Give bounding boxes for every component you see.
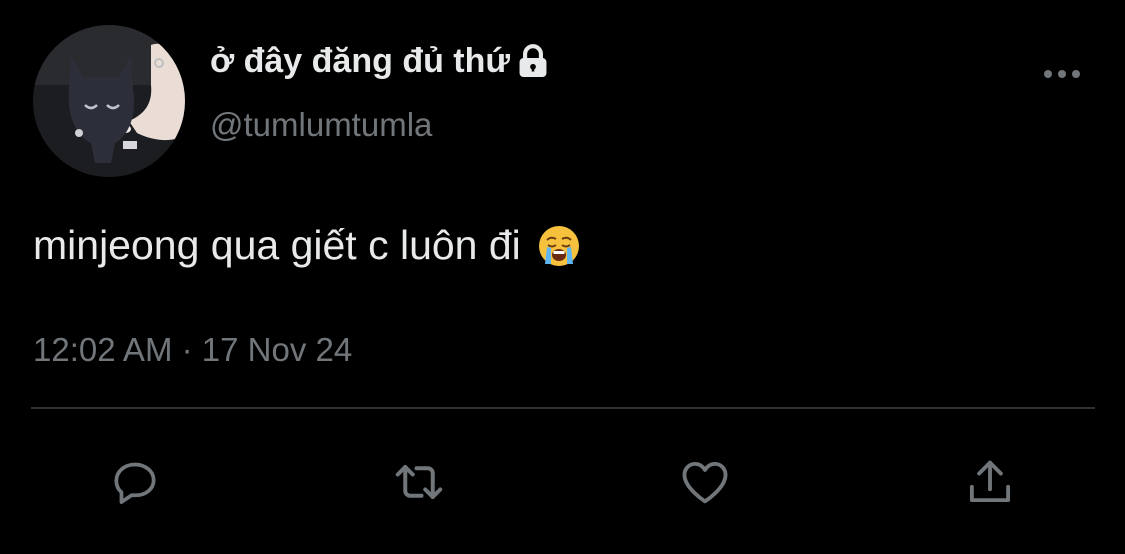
reply-button[interactable] <box>105 452 165 512</box>
share-icon <box>969 460 1011 503</box>
divider <box>31 407 1095 409</box>
loudly-crying-face-icon <box>537 224 581 268</box>
lock-icon <box>514 43 552 81</box>
retweet-button[interactable] <box>389 452 449 512</box>
retweet-icon <box>395 465 443 499</box>
display-name[interactable]: ở đây đăng đủ thứ <box>210 42 552 81</box>
tweet-text: minjeong qua giết c luôn đi <box>33 222 581 269</box>
display-name-text: ở đây đăng đủ thứ <box>210 42 511 80</box>
tweet-text-content: minjeong qua giết c luôn đi <box>33 222 521 268</box>
like-button[interactable] <box>675 452 735 512</box>
more-icon[interactable] <box>1040 62 1084 86</box>
tweet-timestamp[interactable]: 12:02 AM · 17 Nov 24 <box>33 331 352 369</box>
share-button[interactable] <box>960 452 1020 512</box>
user-handle[interactable]: @tumlumtumla <box>210 106 432 144</box>
avatar-image <box>33 25 185 177</box>
avatar[interactable] <box>33 25 185 177</box>
reply-icon <box>114 462 156 504</box>
heart-icon <box>682 461 728 504</box>
